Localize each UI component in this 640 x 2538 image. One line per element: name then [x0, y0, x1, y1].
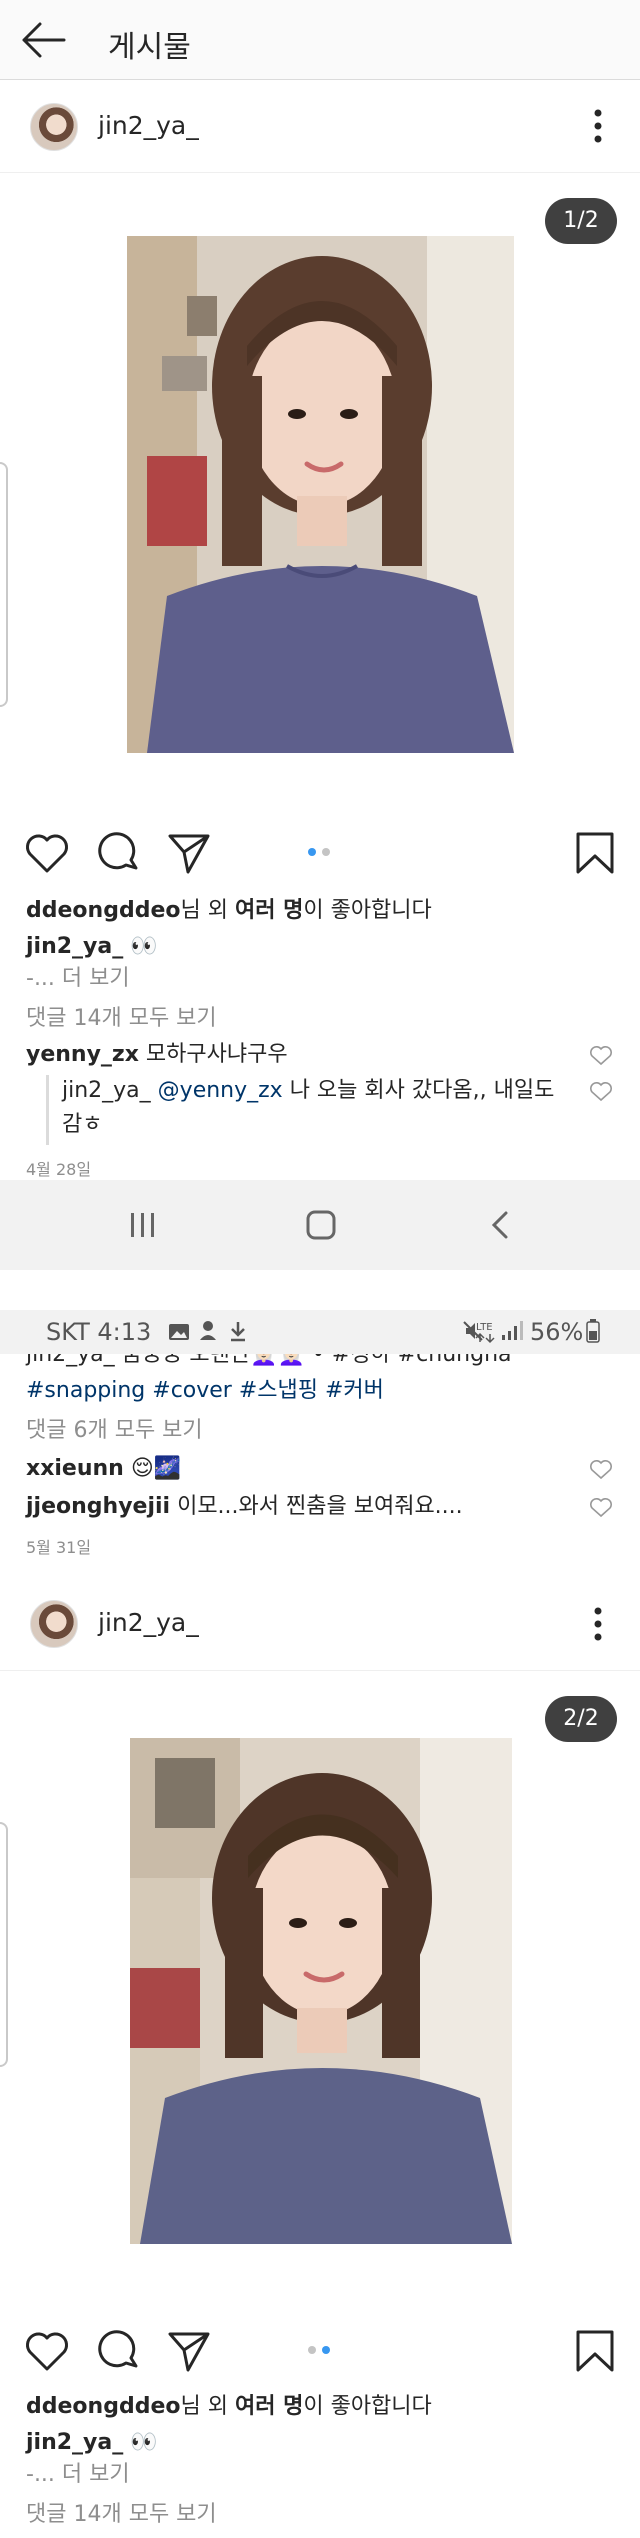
post-date: 5월 31일	[26, 1538, 92, 1557]
comment-like-heart-icon[interactable]	[590, 1498, 612, 1518]
caption: jin2_ya_ 👀	[26, 932, 158, 962]
caption: jin2_ya_ 👀	[26, 2428, 158, 2458]
view-all-comments-link[interactable]: 댓글 14개 모두 보기	[26, 2500, 217, 2530]
like-heart-icon[interactable]	[24, 830, 70, 876]
likes-text-end: 이 좋아합니다	[303, 2394, 432, 2419]
likes-summary[interactable]: ddeongddeo님 외 여러 명이 좋아합니다	[26, 2392, 432, 2422]
caption-emoji: 👀	[130, 934, 158, 959]
carousel-dot-1	[308, 2346, 316, 2354]
caption-username[interactable]: jin2_ya_	[26, 934, 123, 959]
post-photo[interactable]	[130, 1738, 512, 2244]
gallery-notification-icon	[168, 1322, 190, 1342]
likes-text: 님 외	[180, 898, 235, 923]
page-title: 게시물	[108, 30, 191, 65]
avatar[interactable]	[30, 1600, 78, 1648]
reply-text: 나 오늘 회사 갔다옴,, 내일도	[289, 1078, 555, 1103]
more-link[interactable]: -... 더 보기	[26, 964, 130, 994]
comment-username[interactable]: yenny_zx	[26, 1042, 139, 1067]
more-options-icon[interactable]	[590, 1606, 606, 1642]
system-back-icon[interactable]	[490, 1210, 510, 1240]
battery-percent: 56%	[530, 1318, 584, 1346]
caption-emoji: 👀	[130, 2430, 158, 2455]
more-options-icon[interactable]	[590, 108, 606, 144]
reply-item: jin2_ya_ @yenny_zx 나 오늘 회사 갔다옴,, 내일도	[62, 1076, 554, 1106]
carousel-page-indicator: 2/2	[545, 1696, 617, 1742]
save-bookmark-icon[interactable]	[572, 2328, 618, 2374]
comment-username[interactable]: jjeonghyejii	[26, 1494, 170, 1519]
carousel-page-indicator: 1/2	[545, 198, 617, 244]
save-bookmark-icon[interactable]	[572, 830, 618, 876]
carrier-time: SKT 4:13	[46, 1318, 152, 1346]
comment-icon[interactable]	[96, 2328, 142, 2374]
divider	[0, 1670, 640, 1671]
likes-username[interactable]: ddeongddeo	[26, 2394, 180, 2419]
reply-like-heart-icon[interactable]	[590, 1082, 612, 1102]
post-username[interactable]: jin2_ya_	[98, 1608, 199, 1637]
post-username[interactable]: jin2_ya_	[98, 111, 199, 140]
avatar[interactable]	[30, 103, 78, 151]
caption-username[interactable]: jin2_ya_	[26, 2430, 123, 2455]
comment-icon[interactable]	[96, 830, 142, 876]
carousel-dot-1	[308, 848, 316, 856]
download-icon	[228, 1320, 248, 1342]
svg-text:LTE: LTE	[476, 1322, 493, 1333]
post-date: 4월 28일	[26, 1160, 92, 1179]
comment-text: 😌🌌	[130, 1456, 182, 1481]
reply-mention[interactable]: @yenny_zx	[158, 1078, 283, 1103]
view-all-comments-link[interactable]: 댓글 14개 모두 보기	[26, 1004, 217, 1034]
signal-icon	[500, 1320, 524, 1342]
reply-thread-line	[46, 1075, 49, 1145]
likes-summary[interactable]: ddeongddeo님 외 여러 명이 좋아합니다	[26, 896, 432, 926]
system-navigation-bar	[0, 1180, 640, 1270]
post-photo[interactable]	[127, 236, 514, 753]
lte-icon: LTE	[472, 1318, 500, 1344]
hashtags[interactable]: #snapping #cover #스냅핑 #커버	[26, 1376, 384, 1406]
battery-icon	[586, 1319, 600, 1343]
comment-text: 이모...와서 찐춤을 보여줘요....	[177, 1494, 463, 1519]
view-all-comments-link[interactable]: 댓글 6개 모두 보기	[26, 1416, 203, 1446]
likes-text-end: 이 좋아합니다	[303, 898, 432, 923]
carousel-dot-2	[322, 2346, 330, 2354]
carousel-dot-2	[322, 848, 330, 856]
reply-username[interactable]: jin2_ya_	[62, 1078, 151, 1103]
comment-item: yenny_zx 모하구사냐구우	[26, 1040, 288, 1070]
screenshot-gap	[0, 1270, 640, 1310]
comment-like-heart-icon[interactable]	[590, 1460, 612, 1480]
divider	[0, 172, 640, 173]
more-link[interactable]: -... 더 보기	[26, 2460, 130, 2490]
caption-tail: jin2_ya_ 꿈꿍꿍 오랜만👩🏻‍🦳👩🏻‍🦳 • #청하 #chungha	[26, 1354, 512, 1367]
reply-text-cont: 감ㅎ	[62, 1112, 103, 1137]
like-heart-icon[interactable]	[24, 2328, 70, 2374]
back-arrow-icon[interactable]	[20, 20, 68, 60]
clipped-caption-area: jin2_ya_ 꿈꿍꿍 오랜만👩🏻‍🦳👩🏻‍🦳 • #청하 #chungha	[0, 1354, 640, 1376]
comment-like-heart-icon[interactable]	[590, 1046, 612, 1066]
likes-others[interactable]: 여러 명	[235, 898, 303, 923]
top-app-bar: 게시물	[0, 0, 640, 80]
share-send-icon[interactable]	[166, 2328, 212, 2374]
recent-apps-icon[interactable]	[128, 1211, 158, 1239]
comment-username[interactable]: xxieunn	[26, 1456, 124, 1481]
comment-item: xxieunn 😌🌌	[26, 1454, 181, 1484]
app-notification-icon	[198, 1320, 218, 1342]
edge-panel-handle[interactable]	[0, 462, 8, 707]
likes-text: 님 외	[180, 2394, 235, 2419]
comment-text: 모하구사냐구우	[145, 1042, 288, 1067]
likes-others[interactable]: 여러 명	[235, 2394, 303, 2419]
share-send-icon[interactable]	[166, 830, 212, 876]
status-bar: SKT 4:13 LTE 56%	[0, 1310, 640, 1354]
comment-item: jjeonghyejii 이모...와서 찐춤을 보여줘요....	[26, 1492, 463, 1522]
edge-panel-handle[interactable]	[0, 1822, 8, 2067]
home-icon[interactable]	[306, 1210, 336, 1240]
likes-username[interactable]: ddeongddeo	[26, 898, 180, 923]
